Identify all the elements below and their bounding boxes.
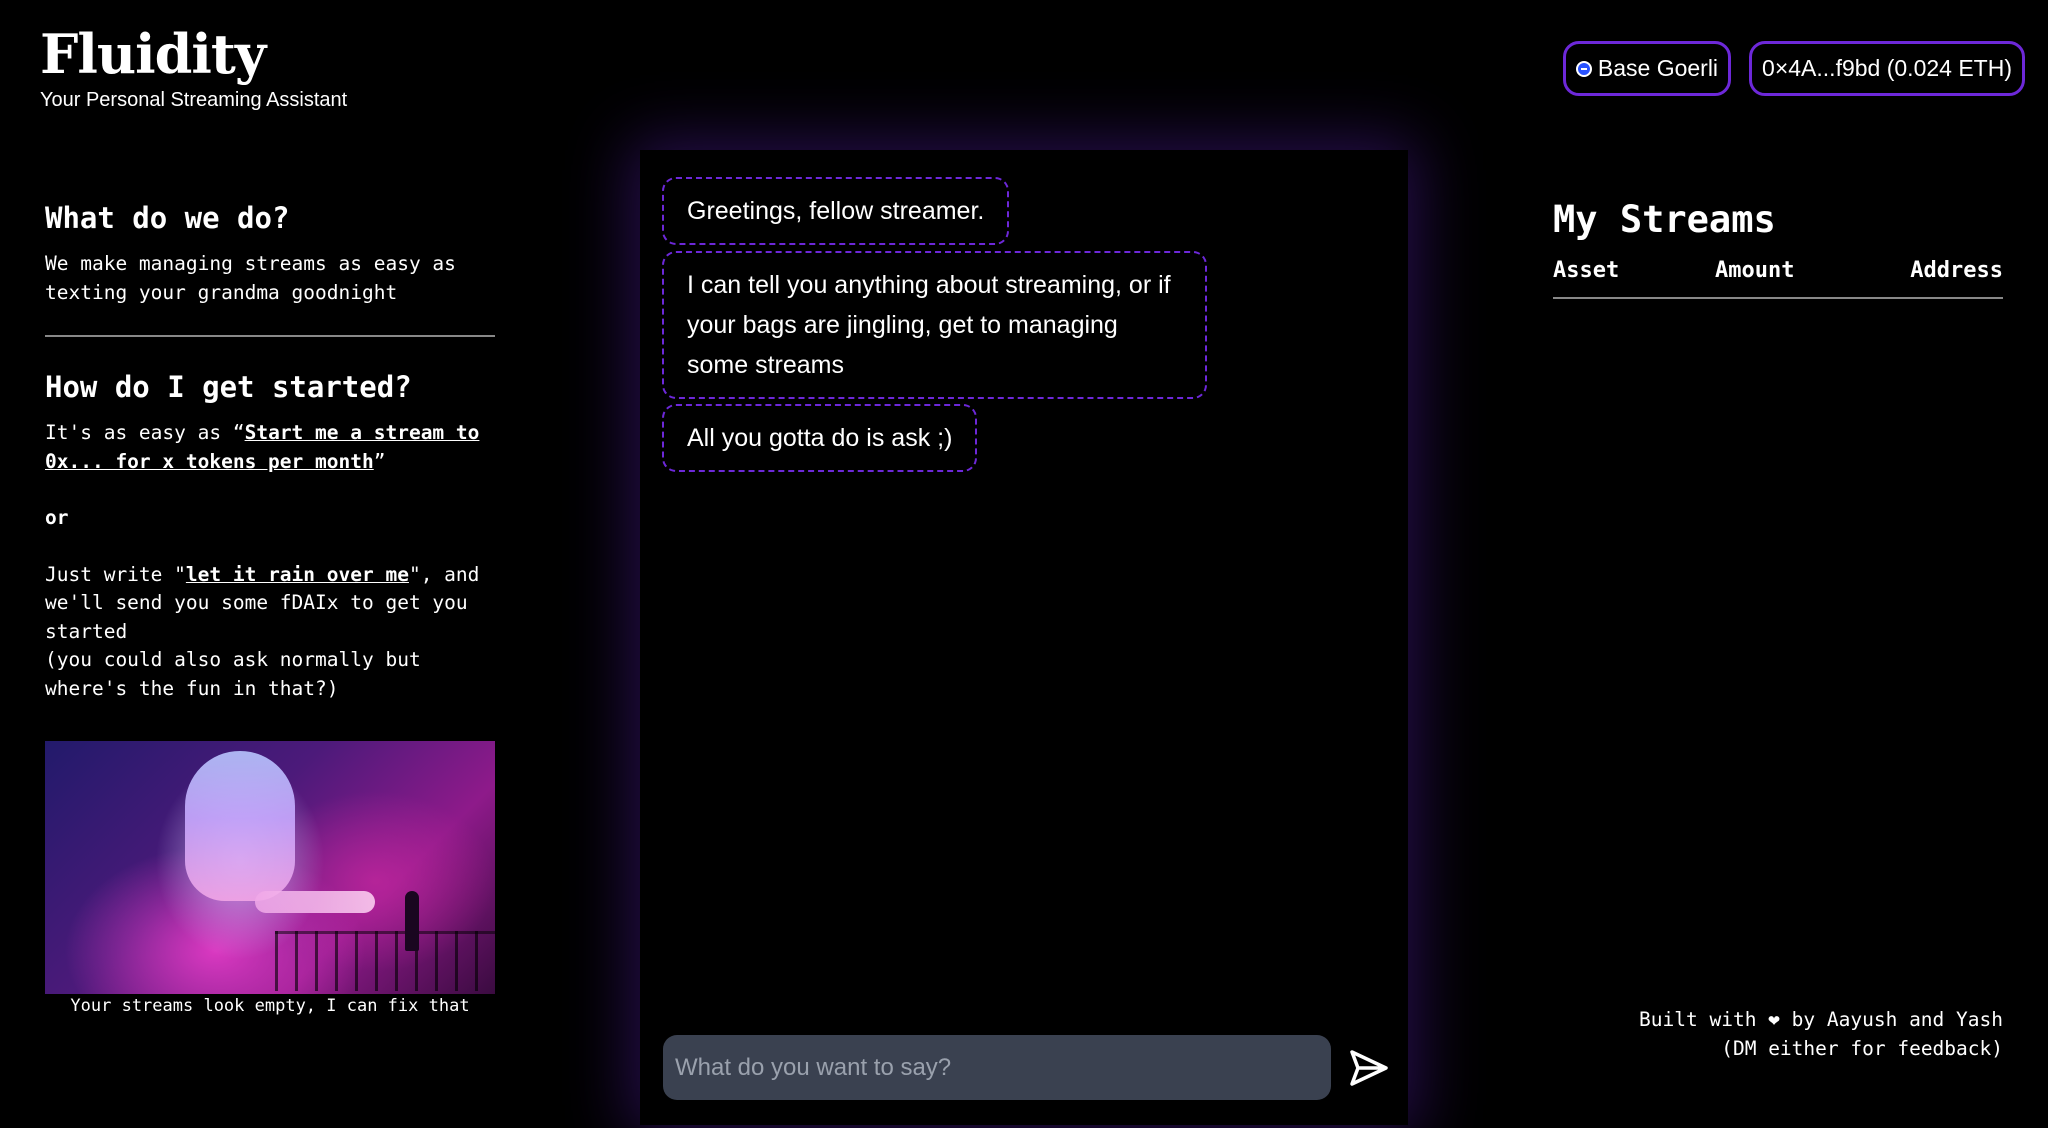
footer-feedback: (DM either for feedback) [1721,1037,2003,1060]
streams-heading: My Streams [1553,198,1776,241]
footer-credits: Built with ❤ by Aayush and Yash [1639,1008,2003,1031]
what-text: We make managing streams as easy as text… [45,252,456,304]
what-heading: What do we do? [45,201,290,235]
header-actions: Base Goerli 0×4A...f9bd (0.024 ETH) [1562,41,2025,96]
chat-message: I can tell you anything about streaming,… [662,251,1207,399]
how-line1: It's as easy as “Start me a stream to 0x… [45,419,495,476]
hero-figure [185,751,295,901]
column-header-amount: Amount [1715,258,1795,283]
how-line2-prefix: Just write " [45,562,186,586]
info-panel: What do we do? We make managing streams … [45,200,495,703]
chat-panel: Greetings, fellow streamer. I can tell y… [640,150,1408,1125]
hero-arm [255,891,375,913]
divider [45,335,495,337]
how-line2: Just write "let it rain over me", and we… [45,561,495,647]
footer: Built with ❤ by Aayush and Yash (DM eith… [1639,1005,2003,1063]
send-button[interactable] [1345,1045,1393,1091]
or-text: or [45,506,69,529]
column-header-asset: Asset [1553,258,1620,283]
image-caption: Your streams look empty, I can fix that [70,996,470,1016]
send-icon [1350,1050,1388,1086]
streams-panel: My Streams Asset Amount Address [1553,196,2003,299]
chat-input[interactable] [663,1035,1331,1100]
column-header-address: Address [1910,258,2003,283]
how-line3: (you could also ask normally but where's… [45,648,421,700]
app-tagline: Your Personal Streaming Assistant [40,89,348,111]
let-it-rain-link[interactable]: let it rain over me [186,563,409,586]
hero-image [45,741,495,994]
hero-silhouette [405,891,419,951]
streams-table-header: Asset Amount Address [1553,258,2003,299]
how-line1-suffix: ” [373,449,386,473]
network-selector-button[interactable]: Base Goerli [1562,41,1732,96]
wallet-label: 0×4A...f9bd (0.024 ETH) [1762,55,2012,81]
network-label: Base Goerli [1597,55,1719,81]
hero-railing [275,931,495,991]
app-title: Fluidity [40,22,266,86]
how-heading: How do I get started? [45,370,412,404]
chat-message: Greetings, fellow streamer. [662,177,1010,245]
base-network-icon [1575,60,1592,77]
wallet-account-button[interactable]: 0×4A...f9bd (0.024 ETH) [1749,41,2025,96]
how-line1-prefix: It's as easy as “ [45,421,245,444]
brand: Fluidity Your Personal Streaming Assista… [40,22,347,112]
chat-message: All you gotta do is ask ;) [662,404,978,472]
